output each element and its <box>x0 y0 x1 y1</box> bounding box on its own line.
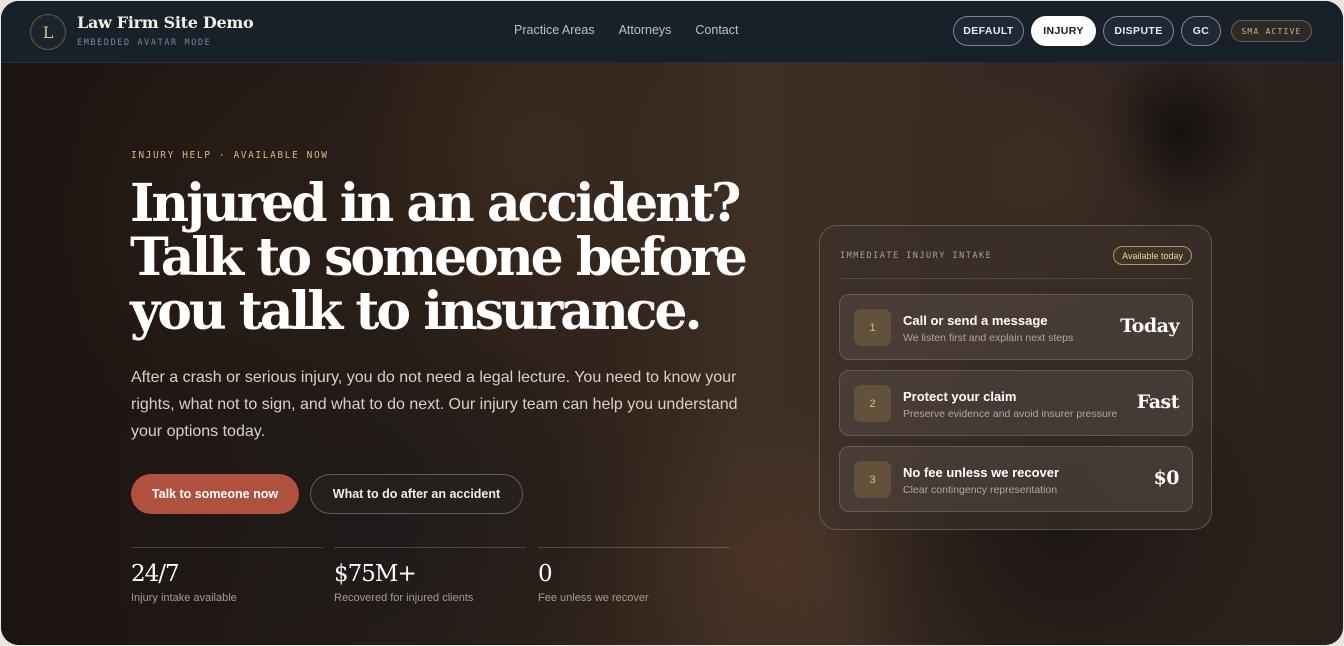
after-accident-button[interactable]: What to do after an accident <box>310 474 523 514</box>
intake-step[interactable]: 3 No fee unless we recover Clear conting… <box>839 446 1193 512</box>
step-title: Call or send a message <box>903 313 1048 328</box>
card-divider <box>840 278 1191 279</box>
nav-link-contact[interactable]: Contact <box>695 23 738 37</box>
site-subtitle: EMBEDDED AVATAR MODE <box>77 38 212 48</box>
mode-dispute-button[interactable]: DISPUTE <box>1103 16 1174 46</box>
step-title: No fee unless we recover <box>903 465 1060 480</box>
step-number: 2 <box>854 385 891 422</box>
availability-badge: Available today <box>1113 246 1192 265</box>
stat-intake: 24/7 Injury intake available <box>131 547 323 604</box>
nav-link-attorneys[interactable]: Attorneys <box>619 23 672 37</box>
step-number: 1 <box>854 309 891 346</box>
talk-now-button[interactable]: Talk to someone now <box>131 474 299 514</box>
top-nav: L Law Firm Site Demo EMBEDDED AVATAR MOD… <box>1 1 1343 63</box>
headline-line-1: Injured in an accident? <box>130 173 741 234</box>
logo-icon[interactable]: L <box>30 14 66 50</box>
mode-gc-button[interactable]: GC <box>1181 16 1221 46</box>
stat-label: Recovered for injured clients <box>334 592 474 604</box>
mode-default-button[interactable]: DEFAULT <box>953 16 1024 46</box>
step-description: We listen first and explain next steps <box>903 332 1074 344</box>
headline-line-2: Talk to someone before <box>130 227 748 288</box>
stat-fee: 0 Fee unless we recover <box>538 547 730 604</box>
intake-card: IMMEDIATE INJURY INTAKE Available today … <box>819 225 1212 530</box>
step-number: 3 <box>854 461 891 498</box>
step-value: Fast <box>1136 391 1180 413</box>
step-description: Preserve evidence and avoid insurer pres… <box>903 408 1118 420</box>
intake-step[interactable]: 2 Protect your claim Preserve evidence a… <box>839 370 1193 436</box>
step-value: $0 <box>1153 467 1180 489</box>
stat-recovered: $75M+ Recovered for injured clients <box>334 547 526 604</box>
step-value: Today <box>1120 315 1179 337</box>
stat-value: $75M+ <box>334 561 417 587</box>
hero-lead: After a crash or serious injury, you do … <box>131 369 738 440</box>
intake-card-title: IMMEDIATE INJURY INTAKE <box>840 251 993 261</box>
stat-label: Fee unless we recover <box>538 592 649 604</box>
stat-value: 24/7 <box>131 561 180 587</box>
step-description: Clear contingency representation <box>903 484 1058 496</box>
sma-status-badge: SMA ACTIVE <box>1231 20 1312 42</box>
headline-line-3: you talk to insurance. <box>130 281 703 342</box>
stat-label: Injury intake available <box>131 592 237 604</box>
intake-step[interactable]: 1 Call or send a message We listen first… <box>839 294 1193 360</box>
hero-eyebrow: INJURY HELP · AVAILABLE NOW <box>131 150 329 161</box>
site-title[interactable]: Law Firm Site Demo <box>77 13 254 32</box>
mode-injury-button[interactable]: INJURY <box>1031 16 1096 46</box>
nav-links: Practice Areas Attorneys Contact <box>514 23 739 37</box>
stat-value: 0 <box>538 561 553 587</box>
hero-headline: Injured in an accident? Talk to someone … <box>130 177 770 339</box>
step-title: Protect your claim <box>903 389 1017 404</box>
nav-link-practice-areas[interactable]: Practice Areas <box>514 23 595 37</box>
app-window: L Law Firm Site Demo EMBEDDED AVATAR MOD… <box>1 1 1343 645</box>
